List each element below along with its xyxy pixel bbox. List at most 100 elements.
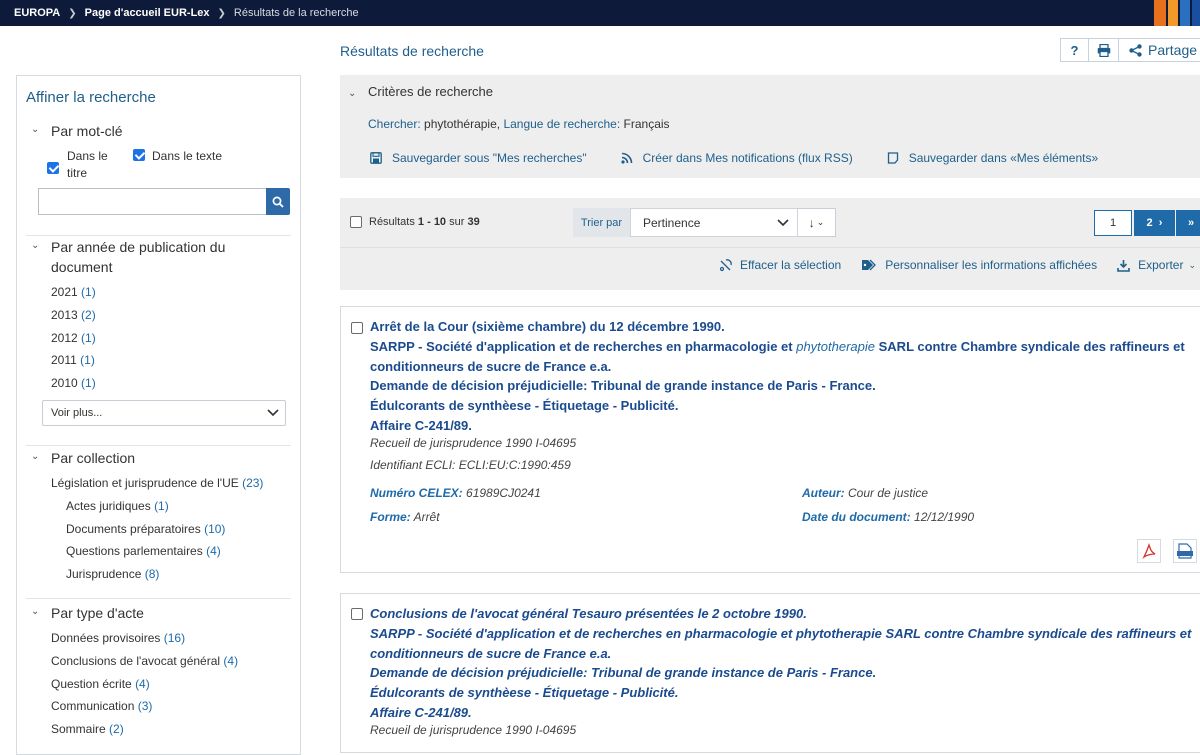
page-title: Résultats de recherche: [340, 43, 484, 59]
collection-label: Jurisprudence: [66, 567, 142, 581]
see-more-label: Voir plus...: [51, 407, 103, 419]
pdf-download-button[interactable]: [1137, 539, 1161, 563]
facet-year-item[interactable]: 2011 (1): [51, 353, 95, 367]
html-view-button[interactable]: [1173, 539, 1197, 563]
result-title-line: Demande de décision préjudicielle: Tribu…: [370, 665, 877, 681]
facet-type-toggle[interactable]: ⌄ Par type d'acte: [31, 603, 144, 623]
result-card: Conclusions de l'avocat général Tesauro …: [340, 593, 1200, 753]
collection-label: Actes juridiques: [66, 499, 151, 513]
collection-count: (1): [154, 499, 169, 513]
auteur-value: Cour de justice: [848, 486, 929, 500]
facet-keyword-heading: Par mot-clé: [51, 123, 123, 139]
sort-label: Trier par: [573, 208, 630, 237]
print-button[interactable]: [1088, 38, 1118, 62]
save-items-link[interactable]: Sauvegarder dans «Mes éléments»: [887, 151, 1098, 165]
type-label: Conclusions de l'avocat général: [51, 654, 221, 668]
chevron-right-icon: ❯: [68, 7, 77, 19]
year-count: (2): [81, 308, 96, 322]
facet-type-item[interactable]: Conclusions de l'avocat général (4): [51, 654, 238, 668]
chevron-right-icon: ❯: [217, 7, 226, 19]
next-page-number: 2: [1146, 217, 1153, 229]
facet-year-heading: Par année de publication du document: [51, 239, 226, 275]
facet-collection-item[interactable]: Actes juridiques (1): [66, 499, 169, 513]
facet-year-item[interactable]: 2021 (1): [51, 285, 96, 299]
facet-collection-heading: Par collection: [51, 450, 136, 466]
year-label: 2012: [51, 331, 78, 345]
refine-search-sidebar: Affiner la recherche ⌄ Par mot-clé Dans …: [16, 75, 301, 755]
chevron-down-icon: ⌄: [31, 606, 40, 617]
result-date: Date du document: 12/12/1990: [802, 510, 974, 524]
facet-keyword-toggle[interactable]: ⌄ Par mot-clé: [31, 121, 123, 141]
result-title-line: Demande de décision préjudicielle: Tribu…: [370, 378, 876, 394]
results-prefix: Résultats: [369, 216, 415, 228]
criteria-summary: Chercher: phytothérapie, Langue de reche…: [368, 117, 670, 131]
facet-type-item[interactable]: Communication (3): [51, 699, 152, 713]
criteria-toggle[interactable]: ⌄ Critères de recherche: [348, 84, 493, 99]
checkbox-in-text-box[interactable]: [133, 149, 145, 161]
year-count: (1): [80, 353, 95, 367]
divider: [26, 445, 291, 446]
search-criteria-panel: ⌄ Critères de recherche Chercher: phytot…: [340, 75, 1200, 178]
see-more-dropdown[interactable]: Voir plus...: [42, 400, 286, 426]
checkbox-in-title-label: Dans le titre: [67, 149, 108, 180]
facet-type-item[interactable]: Données provisoires (16): [51, 631, 185, 645]
result-title-line: Affaire C-241/89.: [370, 417, 472, 433]
result-title-line: Édulcorants de synthèese - Étiquetage - …: [370, 398, 679, 414]
search-language-label: Langue de recherche:: [503, 117, 621, 131]
facet-collection-item[interactable]: Législation et jurisprudence de l'UE (23…: [51, 476, 263, 490]
customize-display-link[interactable]: Personnaliser les informations affichées: [861, 258, 1097, 272]
facet-collection-toggle[interactable]: ⌄ Par collection: [31, 448, 135, 468]
sort-value: Pertinence: [643, 215, 701, 230]
result-title[interactable]: Conclusions de l'avocat général Tesauro …: [370, 604, 1200, 723]
results-tools: Effacer la sélection Personnaliser les i…: [699, 258, 1196, 272]
share-icon: [1129, 43, 1142, 57]
type-label: Question écrite: [51, 677, 132, 691]
facet-year-item[interactable]: 2012 (1): [51, 331, 96, 345]
results-toolbar: Résultats 1 - 10 sur 39 Trier par Pertin…: [340, 198, 1200, 290]
chevron-down-icon: ⌄: [31, 451, 40, 462]
result-recueil: Recueil de jurisprudence 1990 I-04695: [370, 436, 577, 450]
facet-year-item[interactable]: 2010 (1): [51, 376, 96, 390]
next-page-button[interactable]: 2 ›: [1134, 210, 1175, 236]
keyword-search-button[interactable]: [266, 188, 290, 215]
checkbox-in-text-label: Dans le texte: [152, 149, 223, 163]
export-dropdown[interactable]: Exporter ⌄: [1117, 258, 1196, 272]
facet-year-item[interactable]: 2013 (2): [51, 308, 96, 322]
breadcrumb-europa[interactable]: EUROPA: [14, 7, 60, 19]
facet-type-item[interactable]: Question écrite (4): [51, 677, 150, 691]
forme-value: Arrêt: [413, 510, 440, 524]
last-page-button[interactable]: »: [1176, 210, 1200, 236]
help-button[interactable]: ?: [1060, 38, 1088, 62]
tag-icon: [862, 259, 877, 271]
chevron-down-icon: [777, 218, 789, 226]
result-checkbox[interactable]: [351, 322, 363, 334]
facet-type-item[interactable]: Sommaire (2): [51, 722, 124, 736]
printer-icon: [1097, 43, 1110, 57]
facet-collection-item[interactable]: Questions parlementaires (4): [66, 544, 221, 558]
search-term-label: Chercher:: [368, 117, 421, 131]
breadcrumb-eurlex-home[interactable]: Page d'accueil EUR-Lex: [85, 7, 210, 19]
select-all-checkbox[interactable]: [350, 216, 362, 228]
save-search-link[interactable]: Sauvegarder sous "Mes recherches": [370, 151, 587, 165]
year-label: 2010: [51, 376, 78, 390]
checkbox-in-title-box[interactable]: [47, 162, 59, 174]
sort-direction-button[interactable]: ↓ ⌄: [798, 208, 836, 237]
facet-collection-item[interactable]: Documents préparatoires (10): [66, 522, 225, 536]
facet-year-toggle[interactable]: ⌄ Par année de publication du document: [31, 237, 251, 277]
divider: [26, 598, 291, 599]
facet-collection-item[interactable]: Jurisprudence (8): [66, 567, 159, 581]
result-checkbox[interactable]: [351, 608, 363, 620]
year-count: (1): [81, 376, 96, 390]
rss-notification-link[interactable]: Créer dans Mes notifications (flux RSS): [621, 151, 853, 165]
divider: [340, 247, 1200, 248]
sort-select[interactable]: Pertinence: [630, 208, 798, 237]
forme-label: Forme:: [370, 510, 411, 524]
page-current-input[interactable]: 1: [1094, 210, 1132, 236]
keyword-search-input[interactable]: [38, 188, 266, 215]
clear-selection-link[interactable]: Effacer la sélection: [719, 258, 841, 272]
type-label: Données provisoires: [51, 631, 161, 645]
results-total: 39: [467, 216, 480, 228]
share-button[interactable]: Partage: [1118, 38, 1200, 62]
result-title[interactable]: Arrêt de la Cour (sixième chambre) du 12…: [370, 317, 1200, 436]
celex-label: Numéro CELEX:: [370, 486, 463, 500]
